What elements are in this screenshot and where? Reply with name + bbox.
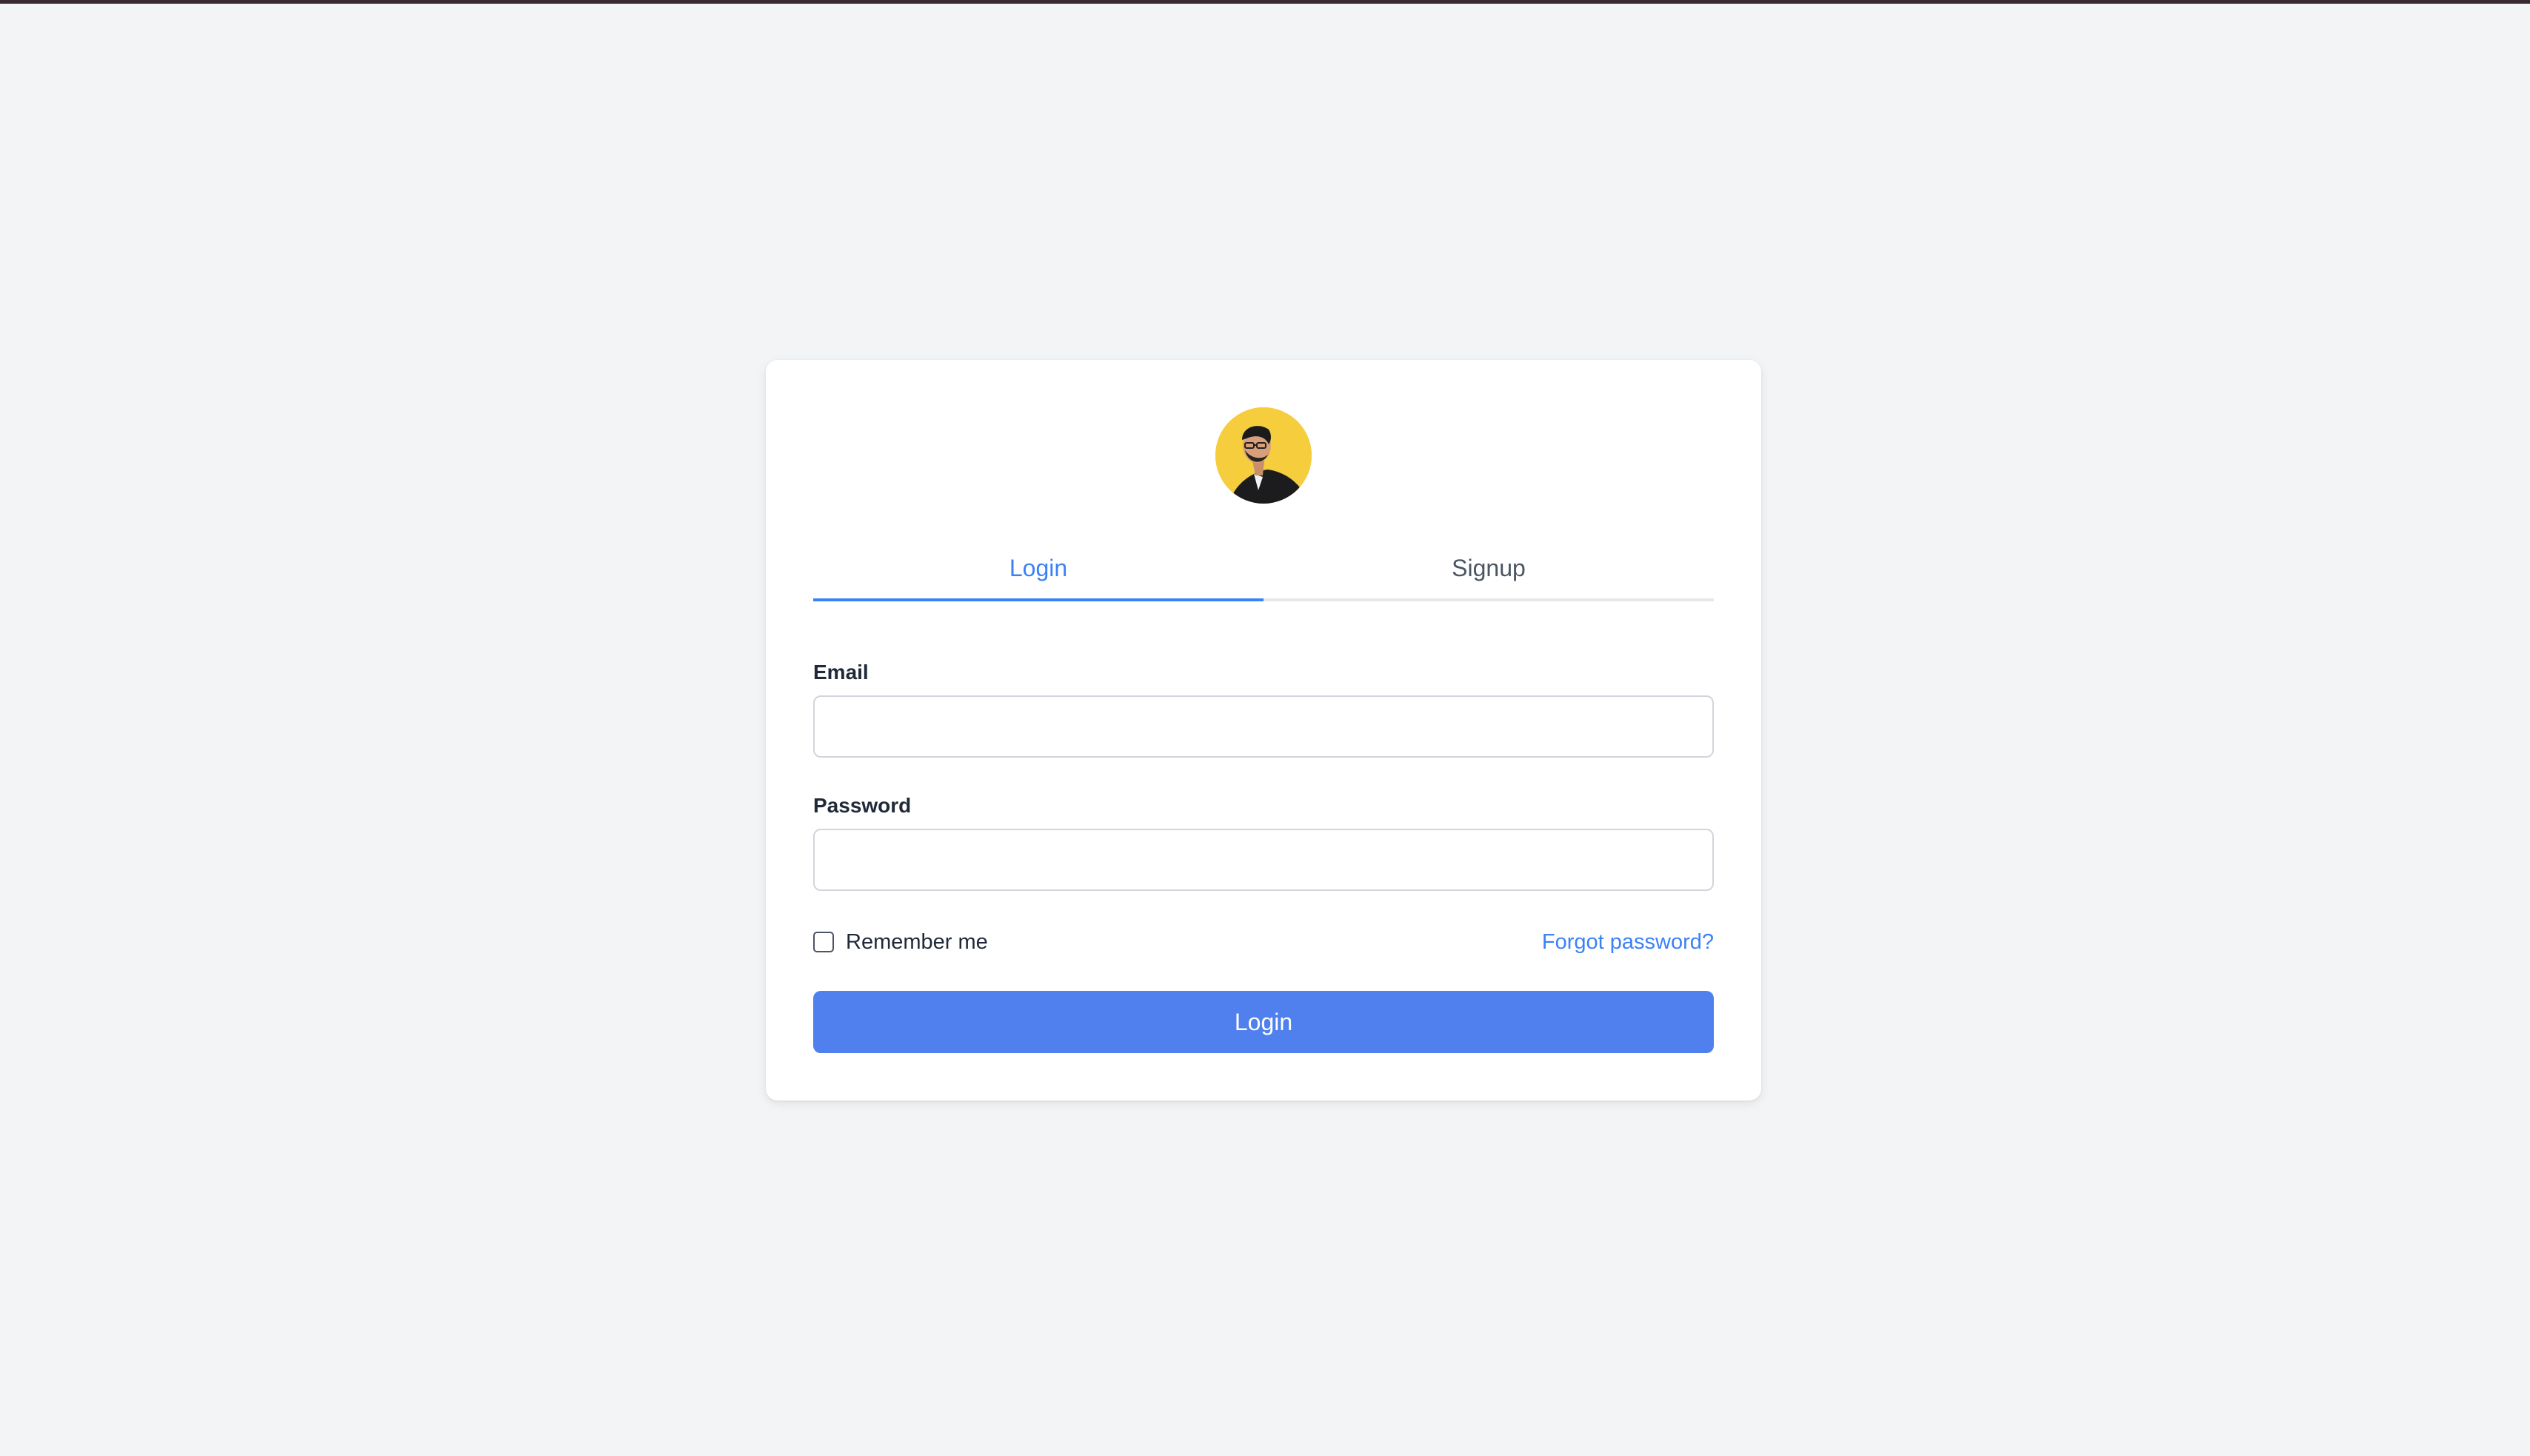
auth-tabs: Login Signup — [813, 538, 1714, 601]
tab-signup-label: Signup — [1452, 554, 1526, 581]
email-field[interactable] — [813, 695, 1714, 758]
tab-login[interactable]: Login — [813, 538, 1264, 601]
avatar — [1215, 407, 1312, 504]
email-label: Email — [813, 661, 869, 684]
forgot-password-link[interactable]: Forgot password? — [1542, 930, 1714, 955]
remember-row: Remember me Forgot password? — [813, 927, 1714, 957]
password-field[interactable] — [813, 829, 1714, 891]
remember-me[interactable]: Remember me — [813, 930, 988, 955]
tab-login-label: Login — [1009, 554, 1068, 581]
password-label: Password — [813, 794, 912, 817]
login-card: Login Signup Email Password Remember me … — [766, 360, 1761, 1101]
remember-me-label[interactable]: Remember me — [846, 930, 988, 955]
login-button[interactable]: Login — [813, 991, 1714, 1053]
tab-signup[interactable]: Signup — [1264, 538, 1714, 598]
remember-me-checkbox[interactable] — [813, 932, 834, 952]
window-top-strip — [0, 0, 2530, 4]
